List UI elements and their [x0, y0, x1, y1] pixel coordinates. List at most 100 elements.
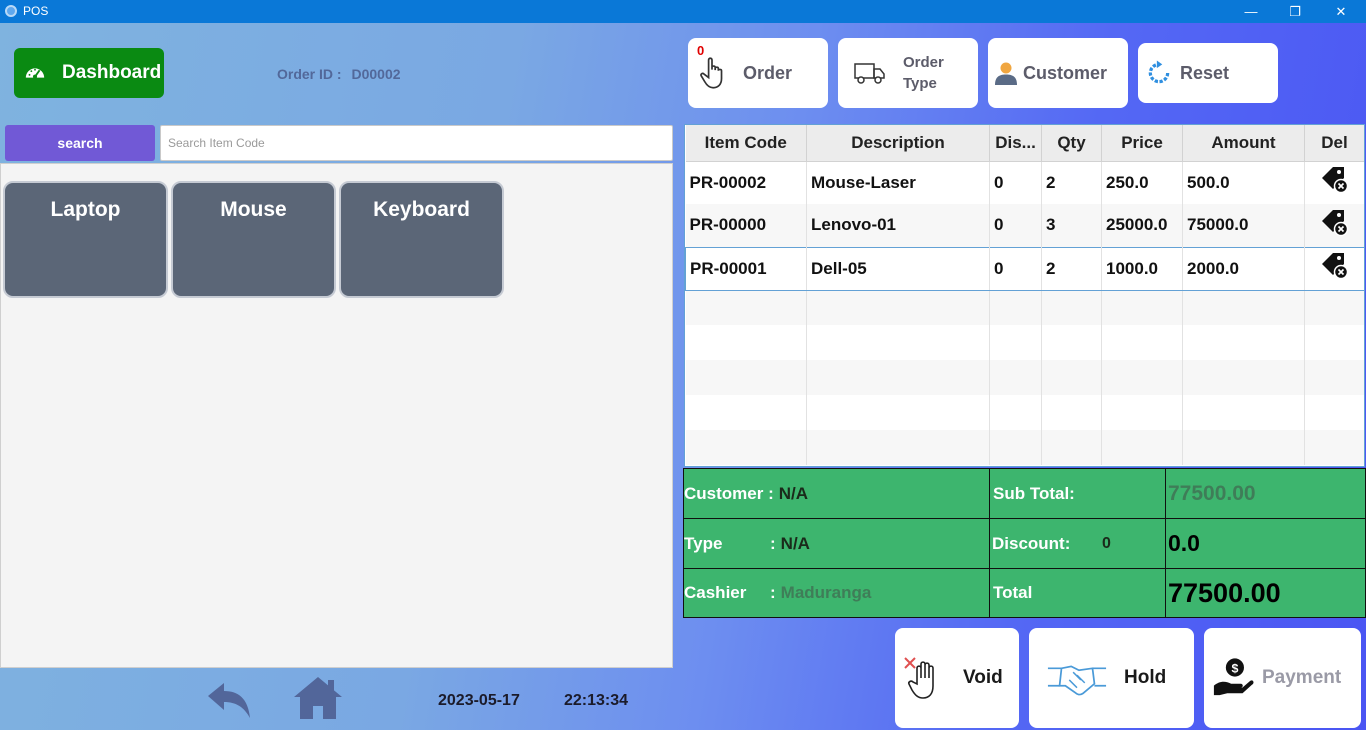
summary-total-value: 77500.00 [1165, 568, 1366, 618]
cell-qty: 2 [1041, 246, 1102, 291]
hand-pointer-icon [700, 57, 723, 89]
cell-item-code: PR-00000 [685, 204, 807, 247]
cell-price: 250.0 [1101, 161, 1183, 204]
header-price[interactable]: Price [1101, 125, 1183, 162]
hold-button[interactable]: Hold [1029, 628, 1194, 728]
order-id-value: D00002 [351, 66, 401, 82]
summary-cashier: Cashier : Maduranga [683, 568, 990, 618]
category-laptop[interactable]: Laptop [3, 181, 168, 298]
summary-subtotal-value: 77500.00 [1165, 468, 1366, 519]
window-title: POS [23, 4, 49, 18]
order-label: Order [743, 62, 793, 83]
empty-row [685, 290, 1364, 325]
total-value: 77500.00 [1168, 577, 1281, 608]
title-bar: POS — ❐ ✕ [0, 0, 1366, 23]
empty-row [685, 395, 1364, 430]
search-input[interactable] [160, 125, 673, 161]
home-icon[interactable] [292, 675, 344, 721]
void-hand-icon [904, 657, 934, 699]
order-id-label: Order ID : [277, 66, 342, 82]
cell-qty: 3 [1041, 204, 1102, 247]
delete-row-button[interactable] [1304, 204, 1364, 247]
order-count-badge: 0 [697, 43, 705, 58]
customer-value: N/A [778, 483, 809, 503]
discount-percent: 0 [1102, 534, 1111, 552]
speedometer-icon [25, 68, 45, 79]
current-time: 22:13:34 [564, 692, 629, 709]
summary-discount-value: 0.0 [1165, 518, 1366, 569]
user-icon [995, 62, 1017, 85]
header-description[interactable]: Description [806, 125, 990, 162]
delete-tag-icon [1321, 209, 1348, 236]
cell-price: 1000.0 [1101, 246, 1183, 291]
svg-text:$: $ [1231, 661, 1238, 675]
summary-type: Type : N/A [683, 518, 990, 569]
header-discount[interactable]: Dis... [989, 125, 1042, 162]
category-mouse[interactable]: Mouse [171, 181, 336, 298]
header-qty[interactable]: Qty [1041, 125, 1102, 162]
void-button[interactable]: Void [895, 628, 1019, 728]
delete-row-button[interactable] [1304, 161, 1364, 204]
discount-value: 0.0 [1168, 530, 1200, 556]
header-item-code[interactable]: Item Code [685, 125, 807, 162]
summary-customer: Customer : N/A [683, 468, 990, 519]
order-button[interactable]: 0 Order [688, 38, 828, 108]
total-label: Total [993, 583, 1033, 602]
reset-button[interactable]: Reset [1138, 43, 1278, 103]
cell-discount: 0 [989, 161, 1042, 204]
empty-row [685, 360, 1364, 395]
refresh-icon [1148, 60, 1170, 84]
void-label: Void [963, 667, 1003, 688]
customer-button[interactable]: Customer [988, 38, 1128, 108]
back-icon[interactable] [206, 680, 252, 720]
payment-label: Payment [1262, 667, 1342, 688]
empty-row [685, 325, 1364, 360]
cell-qty: 2 [1041, 161, 1102, 204]
money-hand-icon: $ [1213, 658, 1254, 696]
minimize-button[interactable]: — [1228, 0, 1274, 23]
cell-item-code: PR-00001 [685, 246, 807, 291]
cell-amount: 500.0 [1182, 161, 1305, 204]
order-type-button[interactable]: Order Type [838, 38, 978, 108]
table-row[interactable]: PR-00002 Mouse-Laser 0 2 250.0 500.0 [685, 161, 1364, 204]
customer-label: Customer [1023, 62, 1108, 83]
cashier-label: Cashier [684, 583, 747, 602]
category-keyboard[interactable]: Keyboard [339, 181, 504, 298]
delete-tag-icon [1321, 253, 1348, 280]
discount-label: Discount: [992, 533, 1071, 553]
order-type-line2: Type [903, 75, 937, 92]
cell-item-code: PR-00002 [685, 161, 807, 204]
summary-subtotal-label: Sub Total: [989, 468, 1166, 519]
cell-description: Lenovo-01 [806, 204, 990, 247]
current-date: 2023-05-17 [438, 692, 520, 709]
type-label: Type [684, 533, 723, 553]
type-value: N/A [780, 533, 810, 553]
handshake-icon [1047, 665, 1107, 696]
category-panel: Laptop Mouse Keyboard [0, 163, 673, 668]
header-amount[interactable]: Amount [1182, 125, 1305, 162]
table-row[interactable]: PR-00000 Lenovo-01 0 3 25000.0 75000.0 [685, 204, 1364, 247]
cell-description: Dell-05 [806, 246, 990, 291]
header-del[interactable]: Del [1304, 125, 1364, 162]
cashier-value: Maduranga [780, 583, 872, 602]
order-type-line1: Order [903, 54, 944, 71]
cell-description: Mouse-Laser [806, 161, 990, 204]
search-button[interactable]: search [5, 125, 155, 161]
dashboard-label: Dashboard [62, 62, 162, 83]
cell-discount: 0 [989, 204, 1042, 247]
cell-price: 25000.0 [1101, 204, 1183, 247]
summary-total-label: Total [989, 568, 1166, 618]
cashier-colon: : [770, 583, 776, 602]
table-row-selected[interactable]: PR-00001 Dell-05 0 2 1000.0 2000.0 [685, 246, 1364, 291]
dashboard-button[interactable]: Dashboard [14, 48, 164, 98]
hold-label: Hold [1124, 667, 1167, 688]
delete-row-button[interactable] [1304, 246, 1364, 291]
app-icon [5, 5, 17, 17]
truck-icon [854, 63, 885, 84]
cell-amount: 75000.0 [1182, 204, 1305, 247]
close-button[interactable]: ✕ [1318, 0, 1364, 23]
payment-button[interactable]: $ Payment [1204, 628, 1361, 728]
restore-button[interactable]: ❐ [1272, 0, 1318, 23]
empty-row [685, 430, 1364, 465]
customer-label: Customer : [684, 483, 774, 503]
